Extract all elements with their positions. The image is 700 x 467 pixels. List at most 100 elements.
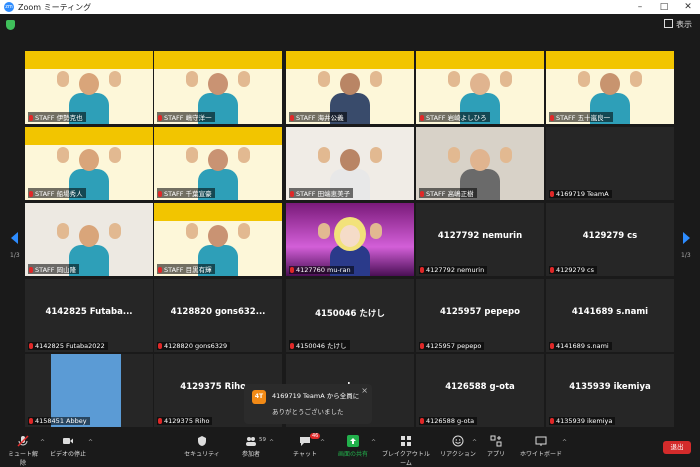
participant-name-label: 4169719 TeamA — [549, 190, 612, 198]
participant-tile[interactable]: 4158451 Abbey — [25, 354, 153, 427]
participant-name: STAFF 嶋守洋一 — [164, 114, 212, 122]
waving-hand — [57, 223, 69, 239]
participant-name: 4125957 pepepo — [426, 342, 482, 350]
participant-display-name: 4129279 cs — [582, 231, 638, 241]
participant-name-label: 4142825 Futaba2022 — [28, 342, 108, 350]
unmute-button[interactable]: ミュート解除 — [6, 435, 40, 467]
participant-name-label: STAFF 海井公義 — [289, 112, 347, 122]
participant-tile[interactable]: 4150046 たけし 4150046 たけし — [286, 279, 414, 352]
participant-name-label: 4150046 たけし — [289, 340, 350, 350]
muted-mic-icon — [29, 191, 33, 197]
participant-tile[interactable]: STAFF 海井公義 — [286, 51, 414, 124]
participant-tile[interactable]: STAFF 千葉宣豪 — [154, 127, 282, 200]
close-button[interactable]: ✕ — [676, 0, 700, 14]
muted-mic-icon — [420, 267, 424, 273]
waving-hand — [500, 71, 512, 87]
grid-view-icon — [664, 19, 673, 28]
participant-name: 4126588 g-ota — [426, 417, 475, 425]
whiteboard-chevron-icon[interactable]: ^ — [562, 439, 567, 446]
audio-options-chevron-icon[interactable]: ^ — [40, 439, 45, 446]
share-chevron-icon[interactable]: ^ — [371, 439, 376, 446]
participant-name: STAFF 高嶋正樹 — [426, 190, 474, 198]
whiteboard-button[interactable]: ホワイトボード — [520, 435, 562, 458]
participant-tile[interactable]: STAFF 五十嵐良一 — [546, 51, 674, 124]
waving-hand — [370, 71, 382, 87]
breakout-rooms-button[interactable]: ブレイクアウトルーム — [380, 435, 432, 467]
security-button[interactable]: セキュリティ — [182, 435, 222, 458]
participant-tile[interactable]: STAFF 高嶋正樹 — [416, 127, 544, 200]
participant-tile[interactable]: STAFF 田端恵美子 — [286, 127, 414, 200]
participants-chevron-icon[interactable]: ^ — [269, 439, 274, 446]
participant-name-label: STAFF 五十嵐良一 — [549, 112, 614, 122]
muted-mic-icon — [158, 343, 162, 349]
waving-hand — [186, 147, 198, 163]
participants-count: 59 — [259, 437, 266, 443]
encryption-shield-icon[interactable] — [6, 20, 15, 30]
participant-tile[interactable]: 4169719 TeamA — [546, 127, 674, 200]
participant-tile[interactable]: 4129279 cs 4129279 cs — [546, 203, 674, 276]
participant-tile[interactable]: 4128820 gons632... 4128820 gons6329 — [154, 279, 282, 352]
participant-tile[interactable]: 4125957 pepepo 4125957 pepepo — [416, 279, 544, 352]
participant-tile[interactable]: 4142825 Futaba... 4142825 Futaba2022 — [25, 279, 153, 352]
view-button[interactable]: 表示 — [664, 19, 692, 30]
leave-meeting-button[interactable]: 退出 — [663, 441, 691, 454]
prev-page-arrow-icon[interactable] — [11, 232, 18, 244]
participant-name: 4141689 s.nami — [556, 342, 609, 350]
window-title: Zoom ミーティング — [18, 2, 92, 12]
share-screen-button[interactable]: 画面の共有 — [334, 435, 372, 458]
participant-name-label: 4128820 gons6329 — [157, 342, 231, 350]
next-page-arrow-icon[interactable] — [683, 232, 690, 244]
stop-video-button[interactable]: ビデオの停止 — [48, 435, 88, 458]
participant-tile[interactable]: STAFF 嶋守洋一 — [154, 51, 282, 124]
security-shield-icon — [198, 436, 206, 446]
participant-tile[interactable]: STAFF 伊勢克也 — [25, 51, 153, 124]
muted-mic-icon — [550, 343, 554, 349]
video-options-chevron-icon[interactable]: ^ — [88, 439, 93, 446]
participant-tile[interactable]: STAFF 目黒有輝 — [154, 203, 282, 276]
waving-hand — [186, 223, 198, 239]
muted-mic-icon — [158, 267, 162, 273]
participant-name-label: 4125957 pepepo — [419, 342, 485, 350]
muted-mic-icon — [29, 343, 33, 349]
participant-tile[interactable]: 4126588 g-ota 4126588 g-ota — [416, 354, 544, 427]
participant-name: STAFF 田端恵美子 — [296, 190, 351, 198]
waving-hand — [109, 223, 121, 239]
participant-tile[interactable]: 4141689 s.nami 4141689 s.nami — [546, 279, 674, 352]
waving-hand — [370, 147, 382, 163]
waving-hand — [238, 71, 250, 87]
waving-hand — [500, 147, 512, 163]
minimize-button[interactable]: – — [628, 0, 652, 14]
muted-mic-icon — [550, 267, 554, 273]
chat-button[interactable]: 46 チャット — [290, 433, 321, 458]
muted-mic-icon — [158, 418, 162, 424]
participant-tile[interactable]: STAFF 岡山隆 — [25, 203, 153, 276]
participant-name: 4129375 Riho — [164, 417, 210, 425]
participant-display-name: 4150046 たけし — [315, 309, 385, 319]
participant-tile[interactable]: STAFF 船場秀人 — [25, 127, 153, 200]
chat-chevron-icon[interactable]: ^ — [320, 439, 325, 446]
participant-display-name: 4135939 ikemiya — [569, 382, 651, 392]
reactions-button[interactable]: リアクション — [440, 435, 476, 458]
participant-tile[interactable]: STAFF 岩崎よしひろ — [416, 51, 544, 124]
participant-display-name: 4127792 nemurin — [437, 231, 523, 241]
maximize-button[interactable]: □ — [652, 0, 676, 14]
page-indicator-right: 1/3 — [681, 252, 691, 259]
chat-notification[interactable]: 4T 4169719 TeamA から全員に ありがとうございました × — [244, 384, 372, 424]
reactions-chevron-icon[interactable]: ^ — [472, 439, 477, 446]
participant-tile[interactable]: 4127760 mu-ran — [286, 203, 414, 276]
waving-hand — [448, 71, 460, 87]
waving-hand — [318, 223, 330, 239]
waving-hand — [578, 71, 590, 87]
participant-name-label: STAFF 千葉宣豪 — [157, 188, 215, 198]
close-notification-icon[interactable]: × — [361, 386, 368, 395]
apps-button[interactable]: アプリ — [484, 435, 508, 458]
muted-mic-icon — [290, 191, 294, 197]
muted-mic-icon — [29, 267, 33, 273]
participant-tile[interactable]: 4127792 nemurin 4127792 nemurin — [416, 203, 544, 276]
whiteboard-icon — [535, 436, 547, 446]
waving-hand — [238, 147, 250, 163]
muted-mic-icon — [550, 418, 554, 424]
muted-mic-icon — [290, 115, 294, 121]
participant-tile[interactable]: 4135939 ikemiya 4135939 ikemiya — [546, 354, 674, 427]
muted-mic-icon — [290, 343, 294, 349]
